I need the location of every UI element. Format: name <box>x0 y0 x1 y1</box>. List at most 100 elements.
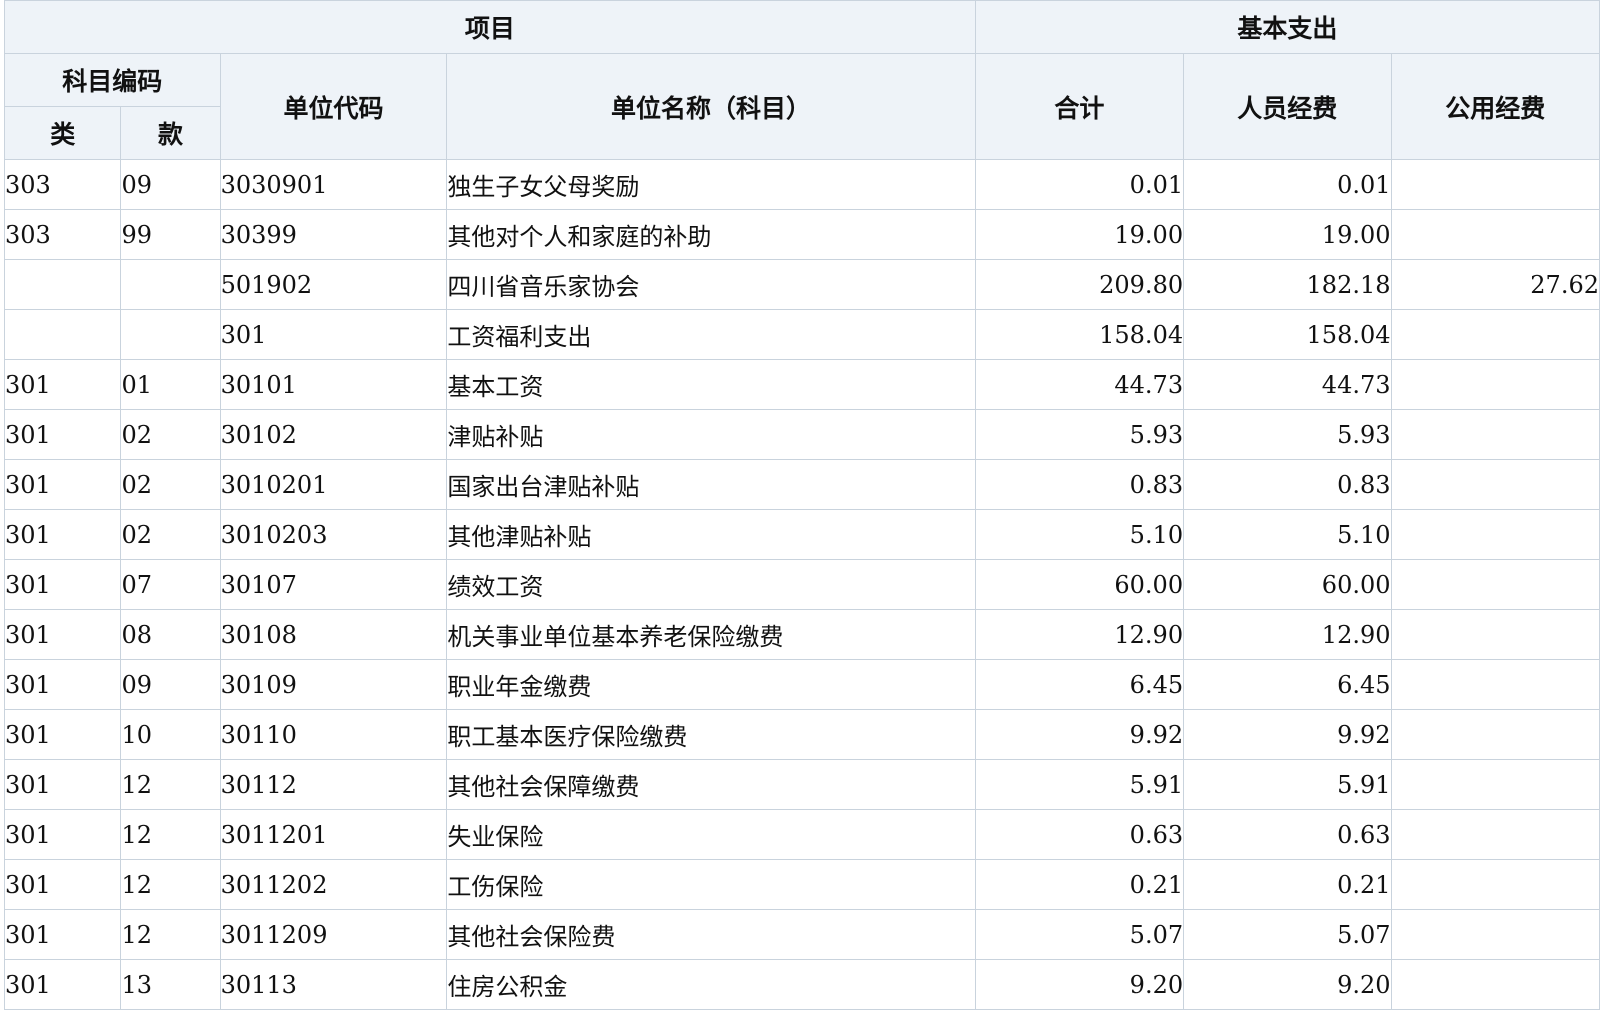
cell-unit-code: 30109 <box>219 659 448 710</box>
cell-total: 5.93 <box>974 409 1185 460</box>
cell-unit-code: 3011209 <box>219 909 448 960</box>
cell-lei: 301 <box>3 859 122 910</box>
cell-total: 5.10 <box>974 509 1185 560</box>
cell-kuan: 10 <box>120 709 221 760</box>
cell-personnel: 12.90 <box>1183 609 1392 660</box>
cell-personnel: 0.63 <box>1183 809 1392 860</box>
cell-public <box>1390 309 1600 360</box>
cell-unit-name: 其他社会保障缴费 <box>446 759 976 810</box>
cell-unit-name: 津贴补贴 <box>446 409 976 460</box>
cell-lei: 301 <box>3 909 122 960</box>
cell-total: 9.20 <box>974 959 1185 1010</box>
cell-total: 0.83 <box>974 459 1185 510</box>
cell-unit-name: 其他津贴补贴 <box>446 509 976 560</box>
header-subject-code: 科目编码 <box>4 53 221 107</box>
cell-unit-name: 基本工资 <box>446 359 976 410</box>
header-public: 公用经费 <box>1390 53 1600 160</box>
cell-personnel: 0.21 <box>1183 859 1392 910</box>
header-basic-expense: 基本支出 <box>974 0 1600 54</box>
cell-unit-code: 30110 <box>219 709 448 760</box>
cell-total: 60.00 <box>974 559 1185 610</box>
cell-unit-name: 其他对个人和家庭的补助 <box>446 209 976 260</box>
cell-kuan: 99 <box>120 209 221 260</box>
table-row: 301 10 30110 职工基本医疗保险缴费 9.92 9.92 <box>3 709 1600 760</box>
cell-kuan: 12 <box>120 909 221 960</box>
cell-personnel: 60.00 <box>1183 559 1392 610</box>
cell-personnel: 0.83 <box>1183 459 1392 510</box>
cell-personnel: 44.73 <box>1183 359 1392 410</box>
cell-total: 209.80 <box>974 259 1185 310</box>
cell-unit-name: 绩效工资 <box>446 559 976 610</box>
cell-unit-code: 30113 <box>219 959 448 1010</box>
cell-personnel: 158.04 <box>1183 309 1392 360</box>
cell-lei: 301 <box>3 659 122 710</box>
cell-kuan: 12 <box>120 859 221 910</box>
header-project: 项目 <box>4 0 976 54</box>
cell-public <box>1390 459 1600 510</box>
cell-public <box>1390 359 1600 410</box>
cell-total: 44.73 <box>974 359 1185 410</box>
cell-lei: 301 <box>3 759 122 810</box>
cell-unit-code: 3011202 <box>219 859 448 910</box>
cell-public: 27.62 <box>1390 259 1600 310</box>
cell-unit-name: 住房公积金 <box>446 959 976 1010</box>
cell-lei: 301 <box>3 959 122 1010</box>
cell-unit-code: 3010203 <box>219 509 448 560</box>
table-row: 501902 四川省音乐家协会 209.80 182.18 27.62 <box>3 259 1600 310</box>
cell-kuan: 02 <box>120 409 221 460</box>
cell-unit-code: 30108 <box>219 609 448 660</box>
cell-total: 12.90 <box>974 609 1185 660</box>
cell-public <box>1390 909 1600 960</box>
cell-public <box>1390 759 1600 810</box>
table-header: 项目 基本支出 科目编码 单位代码 单位名称（科目） 合计 人员经费 公用经费 … <box>3 0 1600 160</box>
cell-personnel: 9.92 <box>1183 709 1392 760</box>
cell-unit-code: 30101 <box>219 359 448 410</box>
cell-unit-name: 其他社会保险费 <box>446 909 976 960</box>
header-unit-name: 单位名称（科目） <box>446 53 976 160</box>
table-row: 301 工资福利支出 158.04 158.04 <box>3 309 1600 360</box>
cell-unit-code: 3011201 <box>219 809 448 860</box>
cell-unit-code: 501902 <box>219 259 448 310</box>
cell-kuan: 02 <box>120 509 221 560</box>
cell-personnel: 5.07 <box>1183 909 1392 960</box>
cell-lei: 303 <box>3 209 122 260</box>
cell-kuan: 08 <box>120 609 221 660</box>
cell-lei: 301 <box>3 459 122 510</box>
cell-lei: 301 <box>3 559 122 610</box>
table-row: 301 02 3010201 国家出台津贴补贴 0.83 0.83 <box>3 459 1600 510</box>
table-row: 301 01 30101 基本工资 44.73 44.73 <box>3 359 1600 410</box>
table-row: 301 02 3010203 其他津贴补贴 5.10 5.10 <box>3 509 1600 560</box>
table-row: 303 99 30399 其他对个人和家庭的补助 19.00 19.00 <box>3 209 1600 260</box>
header-unit-code: 单位代码 <box>219 53 448 160</box>
cell-unit-code: 30107 <box>219 559 448 610</box>
table-row: 301 09 30109 职业年金缴费 6.45 6.45 <box>3 659 1600 710</box>
cell-lei <box>3 259 122 310</box>
header-total: 合计 <box>974 53 1185 160</box>
cell-lei: 301 <box>3 809 122 860</box>
cell-unit-name: 失业保险 <box>446 809 976 860</box>
cell-personnel: 9.20 <box>1183 959 1392 1010</box>
header-personnel: 人员经费 <box>1183 53 1392 160</box>
cell-total: 9.92 <box>974 709 1185 760</box>
cell-personnel: 182.18 <box>1183 259 1392 310</box>
cell-public <box>1390 509 1600 560</box>
cell-unit-name: 职业年金缴费 <box>446 659 976 710</box>
cell-lei: 303 <box>3 159 122 210</box>
header-lei: 类 <box>3 106 122 160</box>
cell-total: 5.07 <box>974 909 1185 960</box>
table-row: 301 12 3011201 失业保险 0.63 0.63 <box>3 809 1600 860</box>
cell-unit-code: 3010201 <box>219 459 448 510</box>
cell-public <box>1390 859 1600 910</box>
cell-total: 0.21 <box>974 859 1185 910</box>
cell-unit-name: 独生子女父母奖励 <box>446 159 976 210</box>
cell-total: 19.00 <box>974 209 1185 260</box>
cell-kuan: 13 <box>120 959 221 1010</box>
cell-kuan: 01 <box>120 359 221 410</box>
cell-kuan: 09 <box>120 159 221 210</box>
cell-personnel: 0.01 <box>1183 159 1392 210</box>
header-kuan: 款 <box>120 106 221 160</box>
table-row: 301 12 3011202 工伤保险 0.21 0.21 <box>3 859 1600 910</box>
cell-public <box>1390 159 1600 210</box>
cell-unit-name: 工伤保险 <box>446 859 976 910</box>
table-row: 301 13 30113 住房公积金 9.20 9.20 <box>3 959 1600 1010</box>
